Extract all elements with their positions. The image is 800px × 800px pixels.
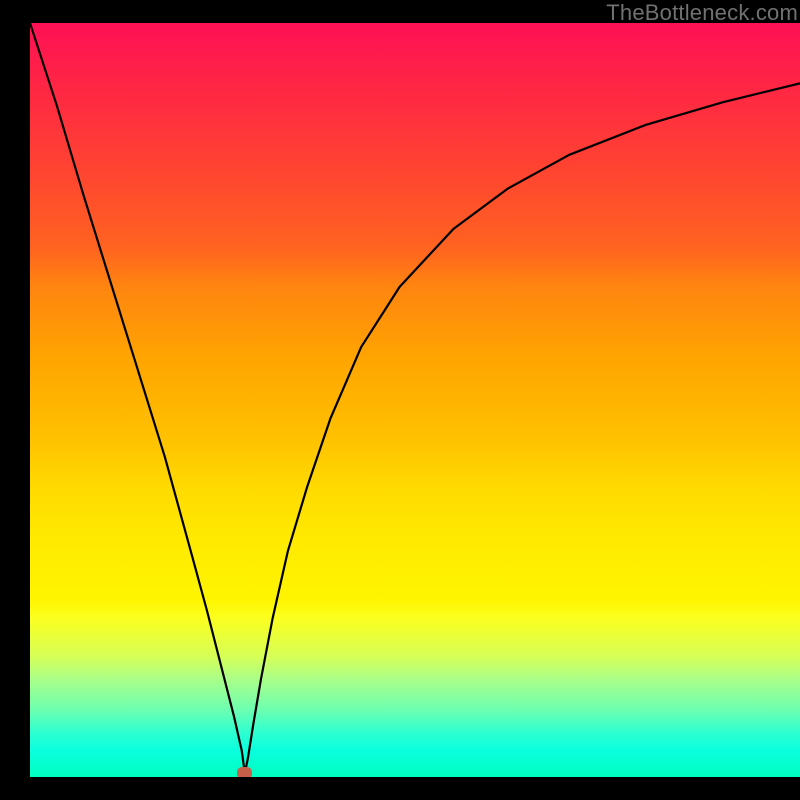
chart-frame: TheBottleneck.com (0, 0, 800, 800)
watermark-text: TheBottleneck.com (606, 0, 798, 26)
plot-area (30, 23, 800, 777)
minimum-marker (237, 767, 252, 777)
bottleneck-curve (30, 23, 800, 777)
